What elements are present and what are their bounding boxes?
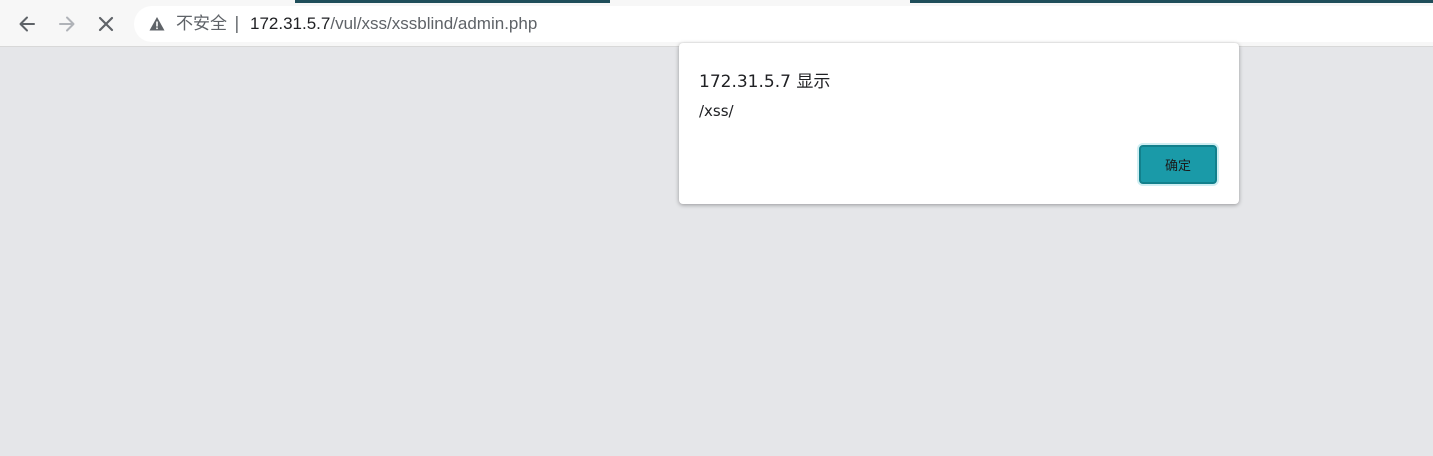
arrow-left-icon — [19, 16, 35, 32]
address-bar[interactable]: 不安全 | 172.31.5.7/vul/xss/xssblind/admin.… — [134, 6, 1433, 42]
warning-triangle-icon[interactable] — [148, 15, 166, 33]
alert-dialog: 172.31.5.7 显示 /xss/ 确定 — [679, 43, 1239, 204]
tab-strip-edge — [0, 0, 1433, 3]
address-separator: | — [234, 14, 240, 34]
url-path: /vul/xss/xssblind/admin.php — [330, 14, 538, 33]
security-status-label[interactable]: 不安全 — [176, 13, 227, 35]
close-icon — [98, 16, 114, 32]
forward-button[interactable] — [51, 8, 83, 40]
ok-button[interactable]: 确定 — [1139, 145, 1217, 184]
url-text[interactable]: 172.31.5.7/vul/xss/xssblind/admin.php — [250, 13, 537, 35]
dialog-title: 172.31.5.7 显示 — [699, 72, 831, 92]
arrow-right-icon — [59, 16, 75, 32]
dialog-message: /xss/ — [699, 102, 734, 120]
stop-button[interactable] — [90, 8, 122, 40]
browser-toolbar: 不安全 | 172.31.5.7/vul/xss/xssblind/admin.… — [0, 0, 1433, 47]
back-button[interactable] — [11, 8, 43, 40]
url-host: 172.31.5.7 — [250, 14, 331, 33]
